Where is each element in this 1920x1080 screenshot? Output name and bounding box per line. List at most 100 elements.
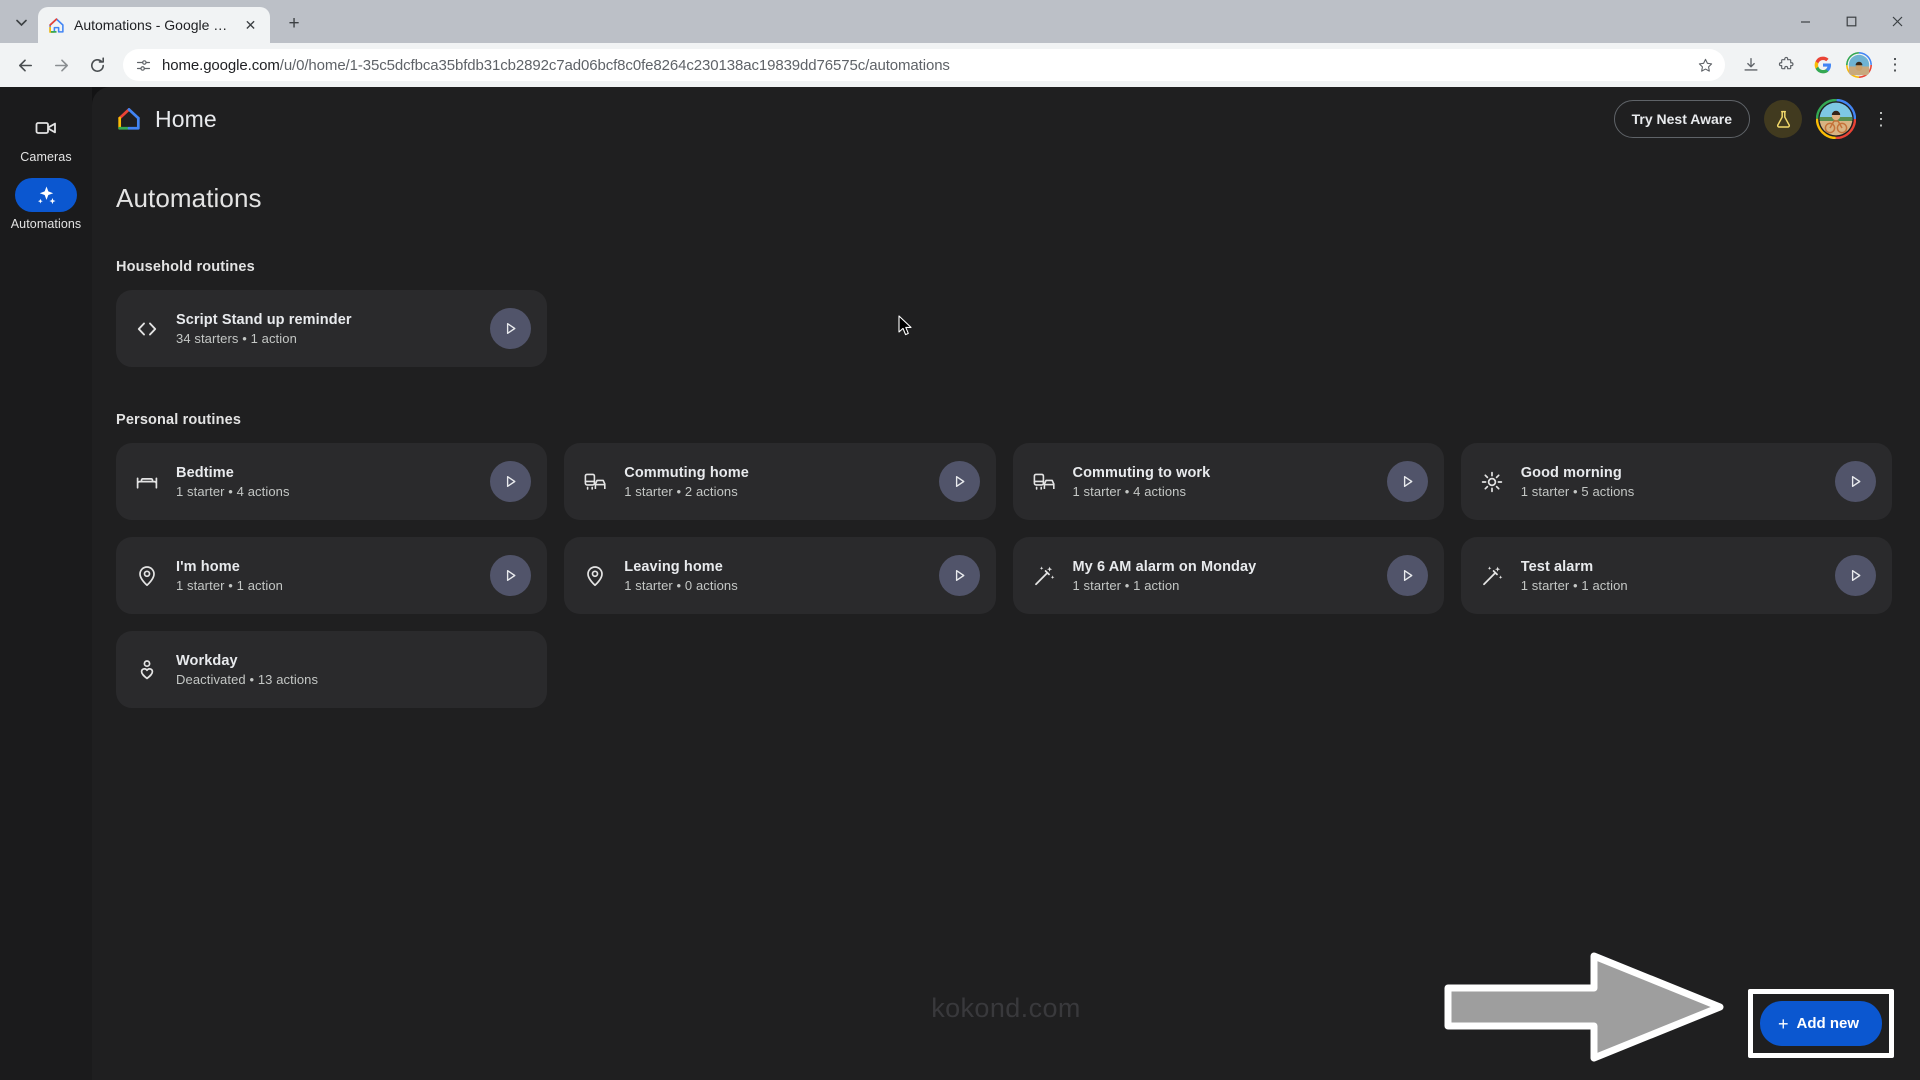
routine-card-good-morning[interactable]: Good morning 1 starter • 5 actions — [1460, 443, 1892, 520]
extensions-puzzle-icon[interactable] — [1770, 48, 1804, 82]
forward-icon[interactable] — [44, 48, 78, 82]
site-settings-icon[interactable] — [135, 57, 152, 74]
section-title: Personal routines — [116, 412, 242, 428]
routine-card-test-alarm[interactable]: Test alarm 1 starter • 1 action — [1460, 537, 1892, 614]
routine-name: Leaving home — [624, 558, 723, 575]
routine-text: Workday Deactivated • 13 actions — [176, 653, 531, 687]
routine-subtitle: 1 starter • 4 actions — [176, 483, 290, 499]
routine-text: Script Stand up reminder 34 starters • 1… — [176, 312, 474, 346]
play-routine-button[interactable] — [938, 461, 980, 502]
downloads-icon[interactable] — [1734, 48, 1768, 82]
video-camera-icon — [34, 116, 58, 140]
person-heart-icon — [134, 657, 160, 683]
avatar — [1846, 52, 1872, 78]
sidebar-item-cameras[interactable]: Cameras — [7, 111, 85, 164]
window-controls — [1782, 0, 1920, 43]
routine-subtitle: 1 starter • 2 actions — [624, 483, 738, 499]
commute-icon — [582, 469, 608, 495]
sidebar-item-automations[interactable]: Automations — [7, 178, 85, 231]
commute-icon — [1031, 469, 1057, 495]
bookmark-star-icon[interactable] — [1691, 51, 1719, 79]
routine-text: Bedtime 1 starter • 4 actions — [176, 465, 474, 499]
omnibox-actions — [1691, 51, 1719, 79]
back-icon[interactable] — [8, 48, 42, 82]
url-text: home.google.com/u/0/home/1-35c5dcfbca35b… — [162, 57, 1681, 74]
close-tab-icon[interactable]: ✕ — [241, 16, 260, 35]
bed-icon — [134, 469, 160, 495]
routine-text: Leaving home 1 starter • 0 actions — [624, 559, 922, 593]
play-routine-button[interactable] — [1386, 461, 1428, 502]
try-nest-aware-button[interactable]: Try Nest Aware — [1613, 100, 1750, 138]
routine-name: Script Stand up reminder — [176, 311, 352, 328]
routine-subtitle: 1 starter • 1 action — [176, 577, 283, 593]
routine-name: Commuting home — [624, 464, 749, 481]
tab-title: Automations - Google Home — [74, 17, 232, 33]
routine-card-script-stand-up-reminder[interactable]: Script Stand up reminder 34 starters • 1… — [116, 290, 548, 367]
section-title: Household routines — [116, 259, 255, 275]
browser-toolbar: home.google.com/u/0/home/1-35c5dcfbca35b… — [0, 43, 1920, 87]
magic-wand-icon — [1031, 563, 1057, 589]
app-header: Home Try Nest Aware ⋮ — [92, 87, 1920, 151]
play-routine-button[interactable] — [1386, 555, 1428, 596]
routine-name: Commuting to work — [1072, 464, 1211, 481]
routine-subtitle: 1 starter • 1 action — [1072, 577, 1180, 593]
magic-wand-icon — [1479, 563, 1505, 589]
new-tab-button[interactable]: + — [277, 7, 311, 41]
routine-card-im-home[interactable]: I'm home 1 starter • 1 action — [116, 537, 548, 614]
minimize-window-icon[interactable] — [1782, 0, 1828, 43]
routine-card-commuting-home[interactable]: Commuting home 1 starter • 2 actions — [564, 443, 996, 520]
app-overflow-menu-icon[interactable]: ⋮ — [1864, 109, 1898, 130]
household-routines-grid: Script Stand up reminder 34 starters • 1… — [92, 290, 1920, 367]
routine-name: Test alarm — [1520, 558, 1594, 575]
page-title: Automations — [116, 183, 262, 213]
mouse-cursor-icon — [898, 315, 912, 336]
google-home-logo-icon — [116, 106, 142, 132]
cameras-pill — [15, 111, 77, 145]
routine-card-commuting-to-work[interactable]: Commuting to work 1 starter • 4 actions — [1012, 443, 1444, 520]
routine-card-bedtime[interactable]: Bedtime 1 starter • 4 actions — [116, 443, 548, 520]
section-header-personal: Personal routines — [92, 411, 1920, 429]
address-bar[interactable]: home.google.com/u/0/home/1-35c5dcfbca35b… — [123, 49, 1725, 81]
url-path: /u/0/home/1-35c5dcfbca35bfdb31cb2892c7ad… — [279, 56, 950, 74]
add-new-label: Add new — [1796, 1015, 1860, 1032]
browser-menu-icon[interactable]: ⋮ — [1878, 48, 1912, 82]
browser-tab[interactable]: Automations - Google Home ✕ — [38, 7, 270, 43]
routine-text: My 6 AM alarm on Monday 1 starter • 1 ac… — [1073, 559, 1371, 593]
routine-text: Good morning 1 starter • 5 actions — [1521, 465, 1819, 499]
left-nav-rail: Cameras Automations — [0, 87, 92, 1080]
play-routine-button[interactable] — [490, 555, 532, 596]
routine-subtitle: Deactivated • 13 actions — [176, 671, 319, 687]
play-routine-button[interactable] — [938, 555, 980, 596]
labs-flask-icon[interactable] — [1764, 100, 1802, 138]
browser-window: Automations - Google Home ✕ + — [0, 0, 1920, 1080]
location-pin-icon — [134, 563, 160, 589]
play-routine-button[interactable] — [490, 461, 532, 502]
reload-icon[interactable] — [80, 48, 114, 82]
google-account-icon[interactable] — [1806, 48, 1840, 82]
close-window-icon[interactable] — [1874, 0, 1920, 43]
routine-name: My 6 AM alarm on Monday — [1072, 558, 1257, 575]
routine-name: Bedtime — [176, 464, 234, 481]
code-brackets-icon — [134, 316, 160, 342]
tab-search-chevron-icon[interactable] — [4, 6, 38, 40]
url-host: home.google.com — [162, 56, 280, 74]
play-routine-button[interactable] — [490, 308, 532, 349]
add-new-button[interactable]: + Add new — [1759, 1001, 1882, 1046]
user-avatar[interactable] — [1816, 99, 1856, 139]
play-routine-button[interactable] — [1835, 555, 1876, 596]
add-new-highlight-box: + Add new — [1747, 989, 1894, 1058]
sparkle-icon — [35, 184, 58, 207]
tab-strip: Automations - Google Home ✕ + — [0, 0, 1920, 43]
routine-card-leaving-home[interactable]: Leaving home 1 starter • 0 actions — [564, 537, 996, 614]
routine-subtitle: 1 starter • 5 actions — [1520, 483, 1635, 499]
play-routine-button[interactable] — [1835, 461, 1876, 502]
routine-name: Workday — [176, 652, 238, 669]
routine-card-my-6-am-alarm-on-monday[interactable]: My 6 AM alarm on Monday 1 starter • 1 ac… — [1012, 537, 1444, 614]
routine-subtitle: 34 starters • 1 action — [176, 330, 297, 346]
routine-card-workday[interactable]: Workday Deactivated • 13 actions — [116, 631, 548, 708]
browser-profile-avatar[interactable] — [1842, 48, 1876, 82]
sidebar-item-label: Cameras — [20, 150, 72, 164]
routine-subtitle: 1 starter • 1 action — [1520, 577, 1628, 593]
plus-icon: + — [1777, 1013, 1789, 1034]
maximize-window-icon[interactable] — [1828, 0, 1874, 43]
